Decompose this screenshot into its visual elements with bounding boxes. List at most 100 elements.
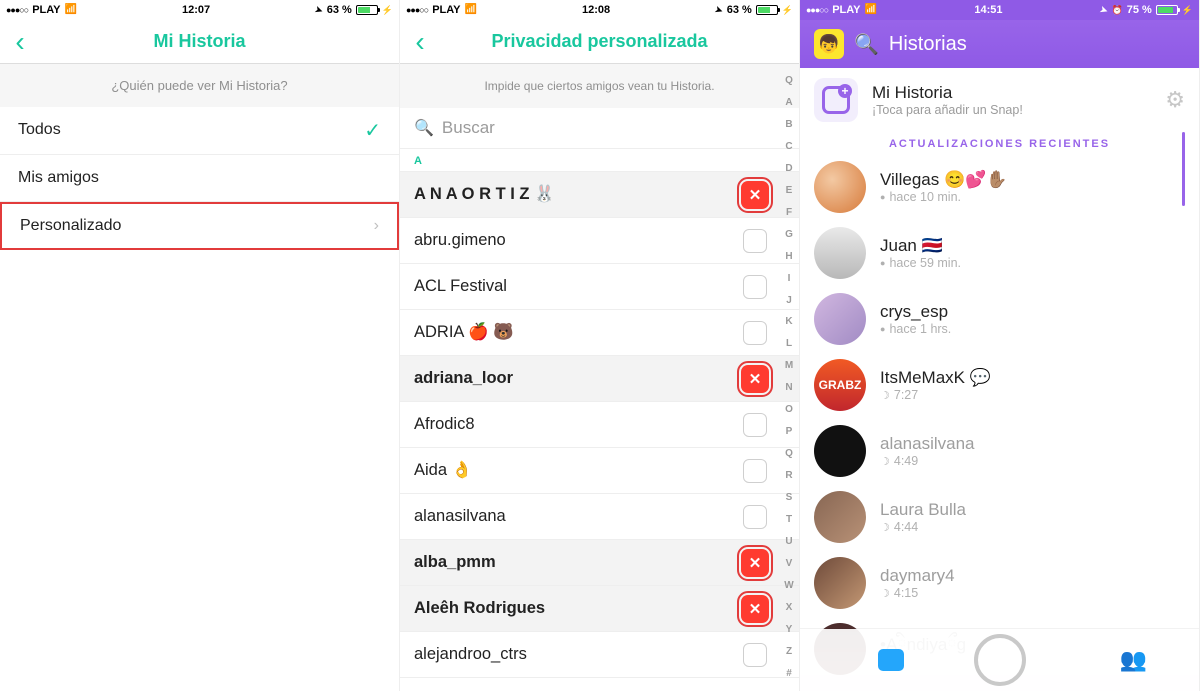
my-story-subtitle: ¡Toca para añadir un Snap! xyxy=(872,103,1023,117)
nav-bar: ‹ Privacidad personalizada xyxy=(400,20,799,64)
index-char[interactable]: J xyxy=(786,296,792,306)
friend-name: A N A O R T I Z 🐰 xyxy=(414,185,781,204)
checkbox-unchecked[interactable] xyxy=(743,643,767,667)
section-subheader: Impide que ciertos amigos vean tu Histor… xyxy=(400,64,799,108)
index-char[interactable]: Q xyxy=(785,449,793,459)
search-input[interactable] xyxy=(442,118,785,138)
friend-row[interactable]: ACL Festival xyxy=(400,264,799,310)
chat-tab-icon[interactable] xyxy=(878,649,904,671)
wifi-icon xyxy=(465,4,477,16)
index-char[interactable]: K xyxy=(785,317,792,327)
friend-row[interactable]: alba_pmm xyxy=(400,540,799,586)
index-char[interactable]: V xyxy=(786,559,793,569)
index-char[interactable]: F xyxy=(786,208,792,218)
chevron-right-icon: › xyxy=(374,217,379,235)
capture-button[interactable] xyxy=(974,634,1026,686)
section-subheader: ¿Quién puede ver Mi Historia? xyxy=(0,64,399,107)
index-char[interactable]: T xyxy=(786,515,792,525)
friend-row[interactable]: A N A O R T I Z 🐰 xyxy=(400,172,799,218)
feed-row[interactable]: Villegas 😊💕✋🏽●hace 10 min. xyxy=(800,154,1199,220)
checkbox-unchecked[interactable] xyxy=(743,413,767,437)
checkbox-unchecked[interactable] xyxy=(743,275,767,299)
index-char[interactable]: Q xyxy=(785,76,793,86)
add-story-icon: + xyxy=(814,78,858,122)
my-story-row[interactable]: + Mi Historia ¡Toca para añadir un Snap!… xyxy=(800,68,1199,132)
friend-row[interactable]: alanasilvana xyxy=(400,494,799,540)
checkbox-unchecked[interactable] xyxy=(743,459,767,483)
index-char[interactable]: G xyxy=(785,230,793,240)
friend-row[interactable]: Afrodic8 xyxy=(400,402,799,448)
avatar xyxy=(814,557,866,609)
add-friends-icon[interactable]: 👥 xyxy=(1120,647,1147,673)
story-time: 4:44 xyxy=(880,520,966,534)
index-char[interactable]: R xyxy=(785,471,792,481)
feed-row[interactable]: GRABZItsMeMaxK 💬7:27 xyxy=(800,352,1199,418)
blocked-icon[interactable] xyxy=(741,549,769,577)
battery-icon xyxy=(1156,5,1178,15)
phone-2-custom-privacy: PLAY 12:08 63 % ‹ Privacidad personaliza… xyxy=(400,0,800,691)
option-custom[interactable]: Personalizado › xyxy=(0,202,399,250)
feed-row[interactable]: daymary44:15 xyxy=(800,550,1199,616)
story-time: ●hace 10 min. xyxy=(880,190,1007,204)
friend-row[interactable]: alejandroo_ctrs xyxy=(400,632,799,678)
index-char[interactable]: S xyxy=(786,493,793,503)
checkbox-unchecked[interactable] xyxy=(743,321,767,345)
avatar xyxy=(814,227,866,279)
index-char[interactable]: # xyxy=(786,669,792,679)
index-char[interactable]: A xyxy=(785,98,792,108)
friend-row[interactable]: ADRIA 🍎 🐻 xyxy=(400,310,799,356)
friend-name: adriana_loor xyxy=(414,369,781,388)
status-bar: PLAY 12:08 63 % xyxy=(400,0,799,20)
index-char[interactable]: L xyxy=(786,339,792,349)
friend-row[interactable]: adriana_loor xyxy=(400,356,799,402)
index-char[interactable]: W xyxy=(784,581,793,591)
friend-row[interactable]: Aida 👌 xyxy=(400,448,799,494)
index-char[interactable]: C xyxy=(785,142,792,152)
option-everyone[interactable]: Todos ✓ xyxy=(0,107,399,155)
checkbox-unchecked[interactable] xyxy=(743,229,767,253)
index-char[interactable]: X xyxy=(786,603,793,613)
friend-name: Laura Bulla xyxy=(880,500,966,520)
charging-icon xyxy=(782,4,793,16)
blocked-icon[interactable] xyxy=(741,595,769,623)
search-icon[interactable]: 🔍 xyxy=(854,32,879,57)
checkbox-unchecked[interactable] xyxy=(743,505,767,529)
back-button[interactable]: ‹ xyxy=(400,20,440,64)
story-time: ●hace 59 min. xyxy=(880,256,961,270)
feed-row[interactable]: Laura Bulla4:44 xyxy=(800,484,1199,550)
index-char[interactable]: Y xyxy=(786,625,793,635)
nav-bar: ‹ Mi Historia xyxy=(0,20,399,64)
blocked-icon[interactable] xyxy=(741,181,769,209)
friend-name: Aida 👌 xyxy=(414,461,781,480)
friend-row[interactable]: Aleêh Rodrigues xyxy=(400,586,799,632)
index-char[interactable]: M xyxy=(785,361,793,371)
option-my-friends[interactable]: Mis amigos xyxy=(0,155,399,203)
option-label: Todos xyxy=(18,121,364,139)
index-char[interactable]: P xyxy=(786,427,793,437)
index-char[interactable]: B xyxy=(785,120,792,130)
index-char[interactable]: O xyxy=(785,405,793,415)
gear-icon[interactable]: ⚙ xyxy=(1165,87,1185,113)
battery-icon xyxy=(756,5,778,15)
index-char[interactable]: Z xyxy=(786,647,792,657)
nav-title: Mi Historia xyxy=(0,31,399,52)
search-row[interactable]: 🔍 xyxy=(400,108,799,149)
friend-name: abru.gimeno xyxy=(414,231,781,250)
alpha-index-bar[interactable]: Q A B C D E F G H I J K L M N O P Q R S T U V W X Y Z # xyxy=(781,64,797,691)
index-char[interactable]: U xyxy=(785,537,792,547)
blocked-icon[interactable] xyxy=(741,365,769,393)
back-button[interactable]: ‹ xyxy=(0,20,40,64)
index-char[interactable]: H xyxy=(785,252,792,262)
feed-row[interactable]: alanasilvana4:49 xyxy=(800,418,1199,484)
carrier-label: PLAY xyxy=(32,4,60,16)
feed-row[interactable]: crys_esp●hace 1 hrs. xyxy=(800,286,1199,352)
friend-row[interactable]: abru.gimeno xyxy=(400,218,799,264)
index-char[interactable]: E xyxy=(786,186,793,196)
bitmoji-avatar[interactable]: 👦 xyxy=(814,29,844,59)
index-char[interactable]: N xyxy=(785,383,792,393)
feed-row[interactable]: Juan 🇨🇷●hace 59 min. xyxy=(800,220,1199,286)
index-char[interactable]: D xyxy=(785,164,792,174)
option-label: Personalizado xyxy=(20,217,374,235)
index-char[interactable]: I xyxy=(788,274,791,284)
clock-label: 14:51 xyxy=(877,4,1100,16)
